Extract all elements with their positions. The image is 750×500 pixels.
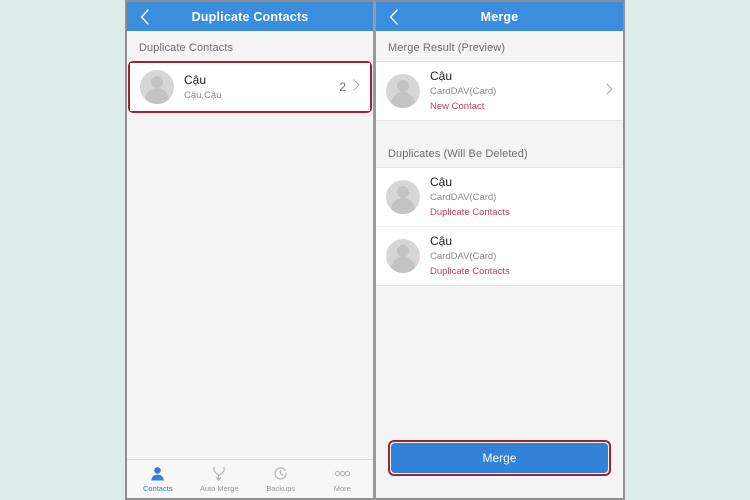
back-button[interactable] [127,2,161,31]
merge-result-section-header: Merge Result (Preview) [376,31,623,61]
contact-account: CardDAV(Card) [430,192,497,203]
person-icon [149,466,166,482]
person-avatar-icon [386,239,420,273]
tab-contacts-label: Contacts [142,483,173,493]
bottom-tabbar: Contacts Auto Merge Backups More [127,459,373,498]
merge-result-list: Cậu CardDAV(Card) New Contact [376,61,623,121]
duplicate-group-row[interactable]: Cậu Cậu,Cậu 2 [130,63,370,111]
duplicate-group-row-highlight: Cậu Cậu,Cậu 2 [128,61,372,113]
contact-subtitle: Cậu,Cậu [184,89,222,101]
duplicates-list: Cậu CardDAV(Card) Duplicate Contacts Cậu… [376,167,623,286]
left-phone-panel: Duplicate Contacts Duplicate Contacts Cậ… [125,0,374,500]
duplicates-section-header: Duplicates (Will Be Deleted) [376,137,623,167]
left-navbar: Duplicate Contacts [127,2,373,31]
tab-more-label: More [333,483,351,493]
row-accessory: 2 [339,78,360,96]
contact-name: Cậu [430,175,453,189]
right-empty-area [376,286,623,428]
tab-backups[interactable]: Backups [250,460,312,498]
contact-name: Cậu [184,72,207,87]
contact-name: Cậu [430,234,453,248]
merge-action-bar: Merge [376,428,623,498]
clock-history-icon [272,466,289,482]
row-text: Cậu CardDAV(Card) Duplicate Contacts [430,175,613,219]
tab-auto-merge-label: Auto Merge [199,483,239,493]
contact-account: CardDAV(Card) [430,86,497,97]
right-content-scroll[interactable]: Merge Result (Preview) Cậu CardDAV(Card)… [376,31,623,428]
status-badge: Duplicate Contacts [430,266,510,277]
merge-result-row[interactable]: Cậu CardDAV(Card) New Contact [376,62,623,120]
row-text: Cậu Cậu,Cậu [184,73,339,102]
left-content-scroll[interactable]: Duplicate Contacts Cậu Cậu,Cậu 2 [127,31,373,459]
row-text: Cậu CardDAV(Card) Duplicate Contacts [430,234,613,278]
duplicate-count-badge: 2 [339,80,346,94]
tab-auto-merge[interactable]: Auto Merge [189,460,251,498]
person-avatar-icon [386,74,420,108]
back-button[interactable] [376,2,410,31]
right-navbar-title: Merge [480,9,519,24]
status-badge: Duplicate Contacts [430,207,510,218]
chevron-left-icon [140,8,149,25]
tab-more[interactable]: More [312,460,374,498]
chevron-right-icon [353,78,360,96]
merge-button[interactable]: Merge [391,443,608,473]
contact-name: Cậu [430,69,453,83]
row-accessory [606,82,613,100]
chevron-right-icon [606,82,613,100]
tab-backups-label: Backups [266,483,296,493]
row-text: Cậu CardDAV(Card) New Contact [430,69,606,113]
merge-button-highlight: Merge [388,440,611,476]
left-section-header: Duplicate Contacts [127,31,373,61]
duplicate-row[interactable]: Cậu CardDAV(Card) Duplicate Contacts [376,168,623,226]
left-empty-area [127,113,373,459]
ellipsis-icon [334,466,351,482]
right-navbar: Merge [376,2,623,31]
right-phone-panel: Merge Merge Result (Preview) Cậu CardDAV… [374,0,625,500]
section-spacer [376,121,623,137]
dual-phone-screenshot: Duplicate Contacts Duplicate Contacts Cậ… [125,0,625,500]
person-avatar-icon [386,180,420,214]
contact-account: CardDAV(Card) [430,251,497,262]
merge-arrows-icon [211,466,228,482]
person-avatar-icon [140,70,174,104]
tab-contacts[interactable]: Contacts [127,460,189,498]
duplicate-row[interactable]: Cậu CardDAV(Card) Duplicate Contacts [376,226,623,285]
status-badge: New Contact [430,101,485,112]
left-navbar-title: Duplicate Contacts [191,9,309,24]
chevron-left-icon [389,8,398,25]
